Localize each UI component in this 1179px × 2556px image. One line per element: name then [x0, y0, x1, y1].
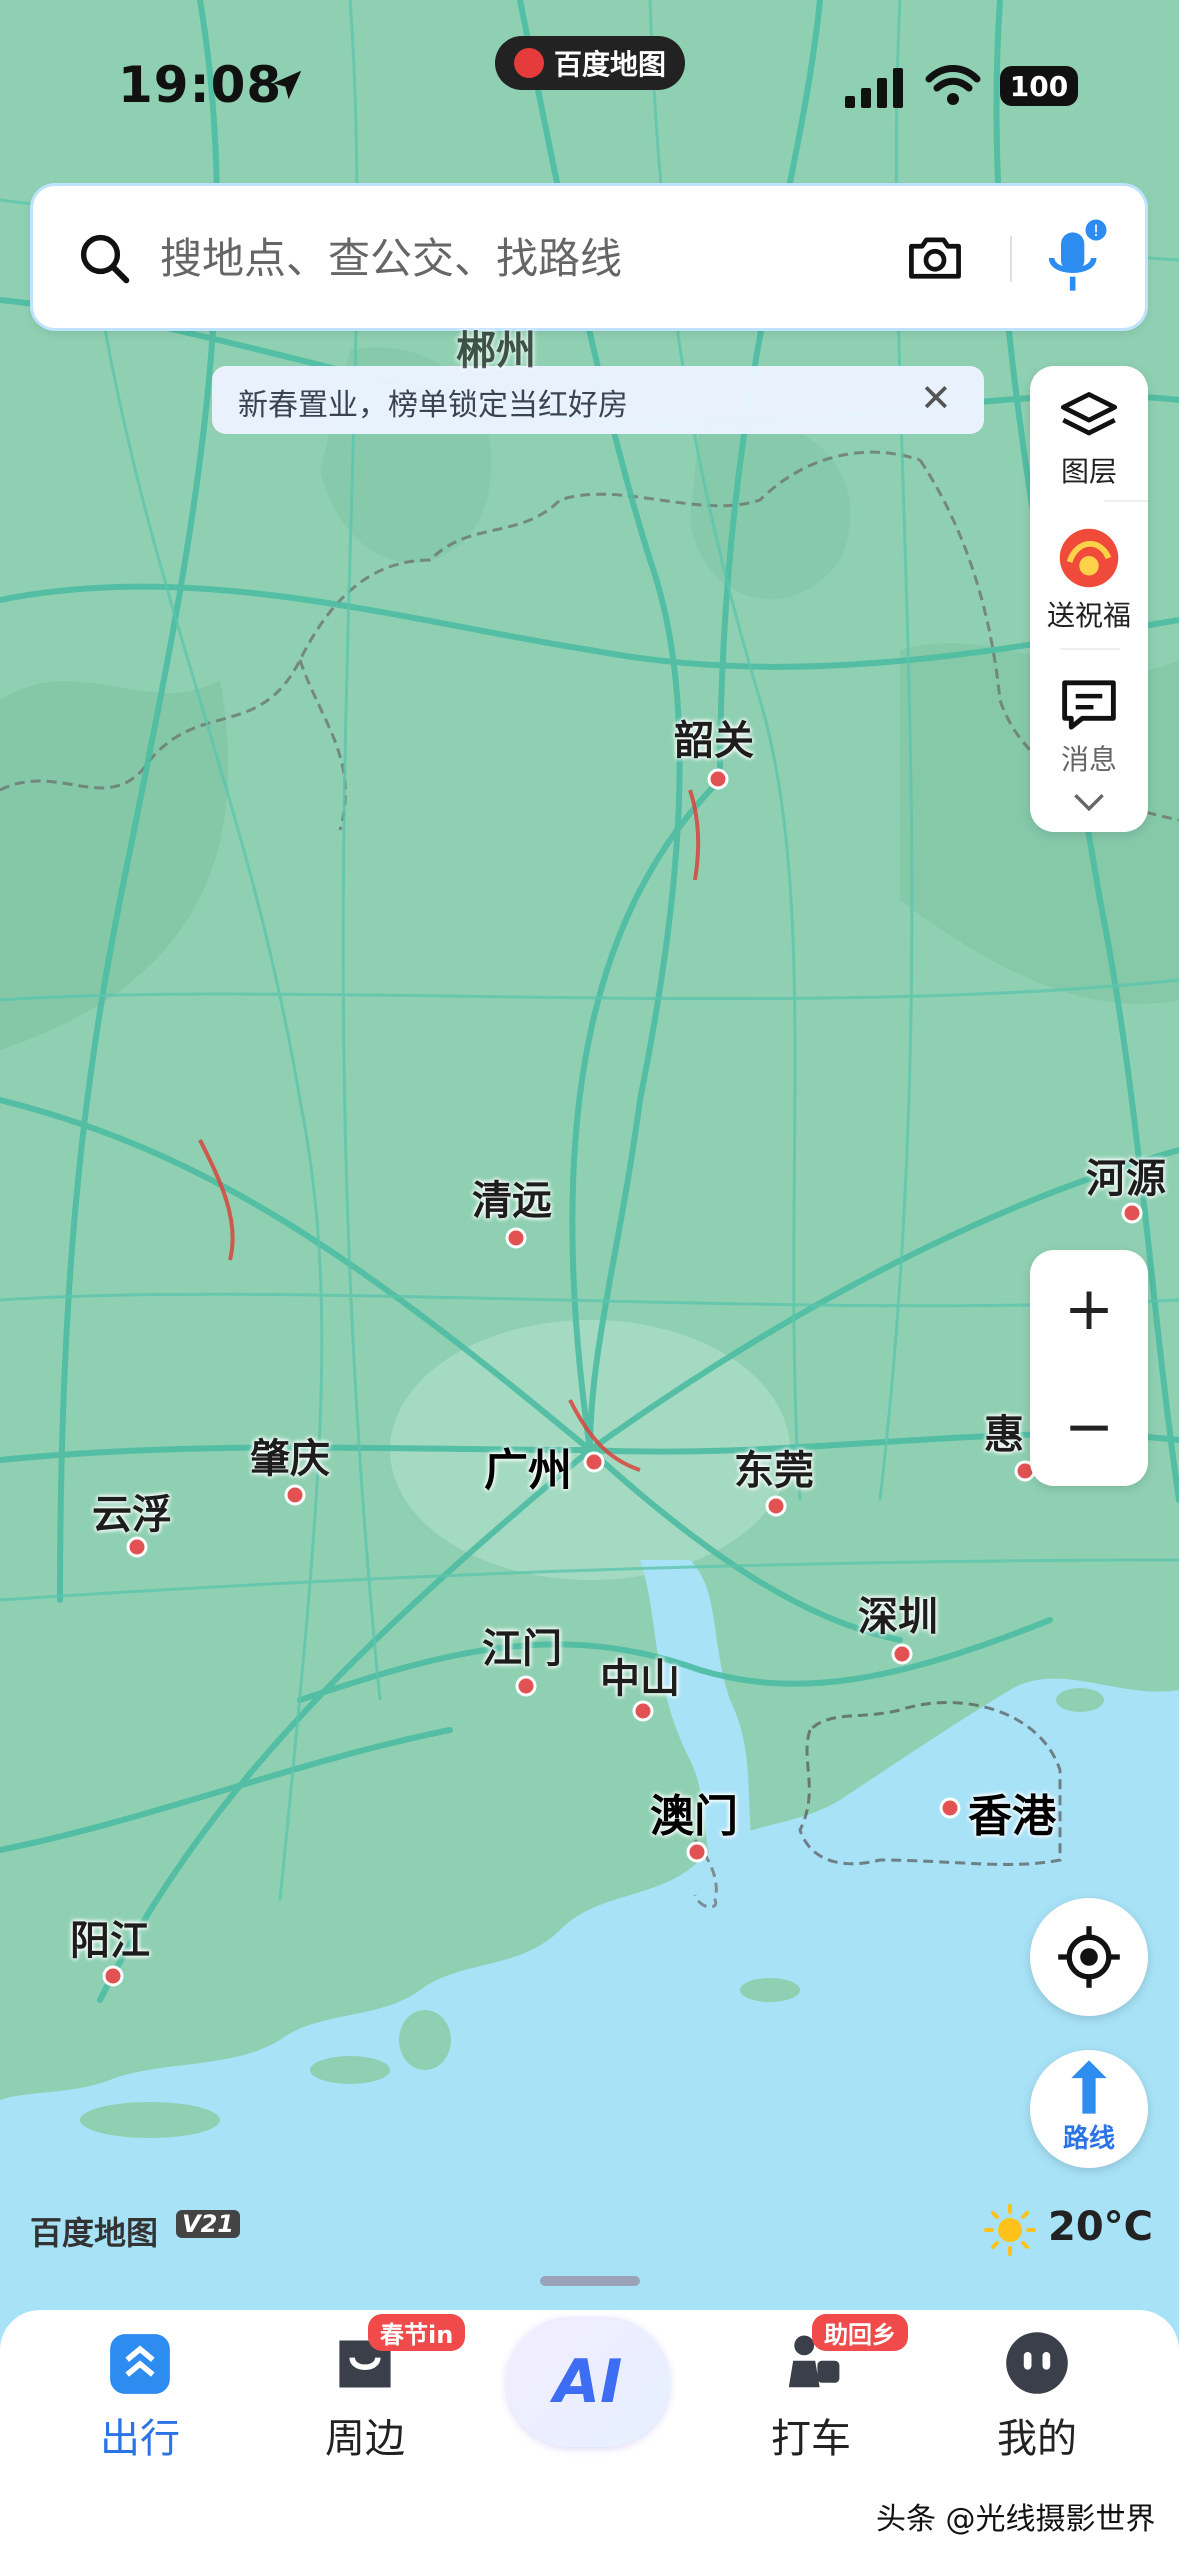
blessing-label[interactable]: 送祝福	[1030, 594, 1148, 634]
nearby-badge: 春节in	[368, 2314, 466, 2351]
cellular-signal-icon	[845, 68, 903, 108]
city-label[interactable]: 肇庆	[250, 1426, 330, 1484]
zoom-out-button[interactable]: −	[1030, 1368, 1148, 1486]
city-label[interactable]: 香港	[968, 1780, 1056, 1844]
nav-profile[interactable]: 我的	[937, 2406, 1137, 2464]
blessing-icon[interactable]	[1050, 522, 1128, 594]
sun-icon	[984, 2204, 1036, 2256]
search-input[interactable]	[160, 222, 860, 294]
city-label[interactable]: 清远	[472, 1168, 552, 1226]
search-icon	[80, 234, 130, 284]
city-label[interactable]: 河源	[1086, 1146, 1166, 1204]
layers-label[interactable]: 图层	[1030, 450, 1148, 490]
city-label[interactable]: 中山	[600, 1646, 680, 1704]
ai-label: AI	[553, 2347, 623, 2417]
battery-indicator: 100	[1000, 66, 1078, 106]
city-label[interactable]: 惠	[984, 1402, 1024, 1460]
location-arrow-icon	[272, 70, 302, 100]
city-label[interactable]: 广州	[484, 1434, 572, 1498]
nav-nearby[interactable]: 周边	[265, 2406, 465, 2464]
taxi-badge: 助回乡	[812, 2314, 908, 2351]
profile-icon[interactable]	[1004, 2330, 1070, 2396]
route-arrow-icon	[1071, 2060, 1107, 2114]
city-label[interactable]: 郴州	[456, 318, 536, 376]
search-divider	[1010, 236, 1012, 282]
ai-assistant-button[interactable]: AI	[506, 2317, 670, 2447]
wifi-icon	[925, 65, 981, 105]
city-label[interactable]: 东莞	[734, 1438, 814, 1496]
microphone-icon[interactable]: !	[1040, 218, 1110, 298]
promo-close-button[interactable]: ✕	[920, 378, 952, 418]
messages-label[interactable]: 消息	[1030, 738, 1148, 778]
crosshair-icon	[1058, 1926, 1120, 1988]
city-label[interactable]: 云浮	[92, 1482, 172, 1540]
message-icon[interactable]	[1058, 676, 1120, 734]
map-version-badge: V21	[176, 2210, 240, 2238]
travel-icon[interactable]	[108, 2332, 172, 2396]
city-label[interactable]: 阳江	[70, 1908, 150, 1966]
brand-name: 百度地图	[553, 48, 666, 81]
city-label[interactable]: 深圳	[858, 1584, 938, 1642]
nav-taxi[interactable]: 打车	[711, 2406, 911, 2464]
panel-divider	[1060, 648, 1120, 650]
city-label[interactable]: 澳门	[650, 1780, 738, 1844]
brand-pill[interactable]: 百度地图	[495, 36, 685, 90]
route-label: 路线	[1062, 2124, 1115, 2154]
promo-text: 新春置业，榜单锁定当红好房	[238, 388, 628, 423]
drawer-handle[interactable]	[540, 2276, 640, 2286]
watermark: 头条 @光线摄影世界	[876, 2502, 1156, 2537]
svg-text:!: !	[1093, 221, 1100, 240]
layers-icon[interactable]	[1059, 390, 1119, 446]
chevron-down-icon[interactable]	[1072, 790, 1106, 814]
baidu-map-logo-icon	[513, 48, 544, 78]
city-label[interactable]: 江门	[482, 1616, 562, 1674]
nav-travel[interactable]: 出行	[40, 2406, 240, 2464]
status-time: 19:08	[118, 56, 283, 114]
weather-temperature[interactable]: 20°C	[1048, 2204, 1153, 2250]
camera-icon[interactable]	[905, 230, 965, 284]
panel-divider	[1104, 500, 1148, 502]
map-logo: 百度地图	[30, 2214, 159, 2252]
city-label[interactable]: 韶关	[674, 708, 754, 766]
zoom-in-button[interactable]: +	[1030, 1250, 1148, 1368]
